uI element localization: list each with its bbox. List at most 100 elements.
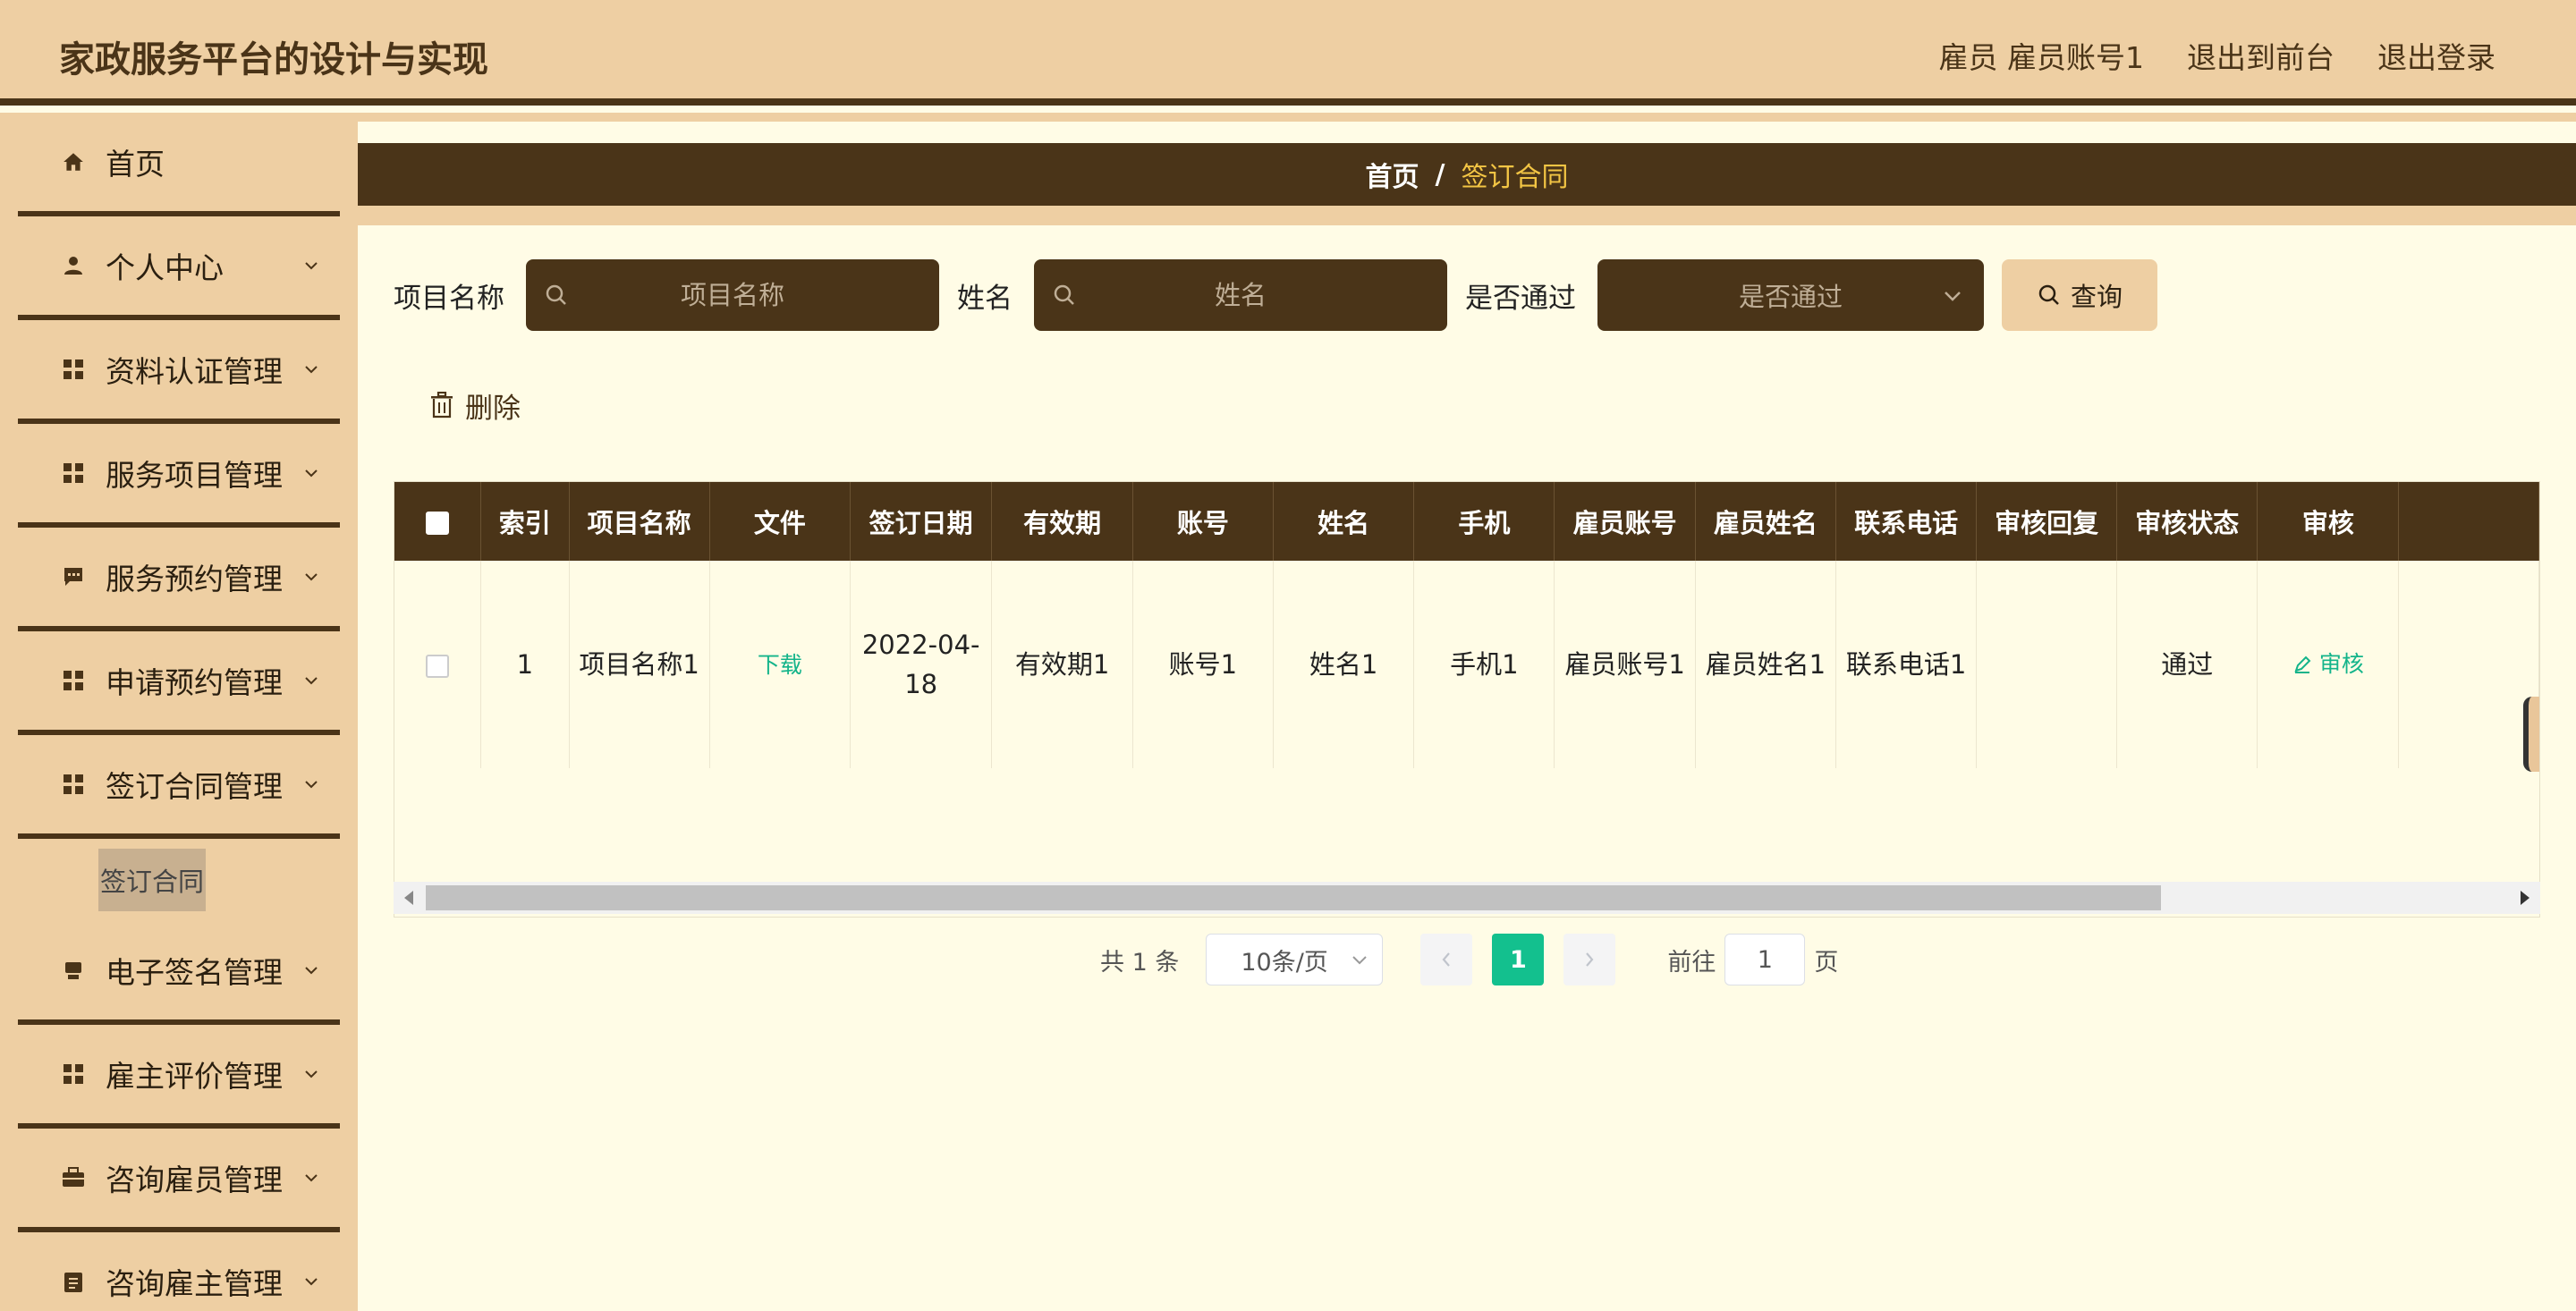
sidebar-item-label: 服务预约管理 [106, 562, 283, 596]
audit-label: 审核 [2318, 650, 2364, 677]
sidebar-item-label: 电子签名管理 [106, 955, 283, 990]
column-header: 姓名 [1273, 482, 1415, 561]
cell-name: 姓名1 [1273, 561, 1415, 768]
sidebar-item-e-signature[interactable]: 电子签名管理 [18, 921, 340, 1025]
sidebar-item-label: 服务项目管理 [106, 458, 283, 493]
horizontal-scrollbar[interactable] [394, 882, 2540, 914]
grid-icon [61, 1061, 86, 1087]
grid-icon [61, 461, 86, 486]
cell-file: 下载 [709, 561, 851, 768]
sidebar-item-label: 个人中心 [106, 250, 224, 285]
chevron-down-icon [1945, 292, 1961, 301]
sidebar-item-label: 咨询雇员管理 [106, 1163, 283, 1197]
grid-icon [61, 772, 86, 797]
select-all-checkbox[interactable] [426, 512, 450, 535]
name-input[interactable] [1034, 259, 1447, 331]
grid-icon [61, 668, 86, 693]
sidebar-item-home[interactable]: 首页 [18, 113, 340, 216]
column-header: 有效期 [991, 482, 1133, 561]
cell-empty [2398, 561, 2539, 768]
select-all-cell [394, 482, 482, 561]
sidebar-item-employer-review[interactable]: 雇主评价管理 [18, 1025, 340, 1129]
breadcrumb: 首页 / 签订合同 [358, 143, 2576, 206]
pass-status-label: 是否通过 [1465, 282, 1576, 315]
sidebar-item-service-project[interactable]: 服务项目管理 [18, 424, 340, 528]
sidebar-item-service-booking[interactable]: 服务预约管理 [18, 528, 340, 631]
header-actions: 雇员 雇员账号1 退出到前台 退出登录 [1939, 34, 2496, 77]
row-checkbox[interactable] [426, 655, 450, 678]
chevron-down-icon [305, 677, 318, 685]
sidebar-item-apply-booking[interactable]: 申请预约管理 [18, 631, 340, 735]
cell-employee-name: 雇员姓名1 [1695, 561, 1836, 768]
chevron-up-icon [305, 781, 318, 789]
delete-button[interactable]: 删除 [429, 383, 521, 427]
edit-icon [2294, 656, 2311, 673]
cell-validity: 有效期1 [991, 561, 1133, 768]
main-content: 首页 / 签订合同 项目名称 姓名 是否通过 是否通过 查询 删除 [358, 113, 2576, 1311]
sidebar-subitem-contract[interactable]: 签订合同 [18, 839, 340, 921]
scrollbar-thumb[interactable] [426, 885, 2161, 910]
sidebar-item-label: 首页 [106, 147, 165, 182]
chevron-down-icon [305, 1278, 318, 1286]
cell-index: 1 [480, 561, 570, 768]
cell-contact: 联系电话1 [1835, 561, 1978, 768]
scroll-right-icon[interactable] [2521, 891, 2529, 905]
grid-icon [61, 357, 86, 382]
pass-status-select[interactable]: 是否通过 [1597, 259, 1984, 331]
fixed-column-handle[interactable] [2523, 697, 2539, 772]
chat-icon [61, 564, 86, 589]
goto-page-input[interactable] [1724, 934, 1806, 985]
cell-date: 2022-04-18 [850, 561, 993, 768]
audit-button[interactable]: 审核 [2292, 645, 2364, 684]
goto-label: 前往 [1667, 948, 1716, 977]
cell-account: 账号1 [1132, 561, 1274, 768]
chevron-down-icon [305, 1070, 318, 1078]
app-title: 家政服务平台的设计与实现 [59, 39, 488, 80]
delete-label: 删除 [465, 392, 521, 425]
trash-icon [431, 392, 453, 419]
sidebar-item-label: 签订合同管理 [106, 769, 283, 804]
column-header: 账号 [1132, 482, 1274, 561]
divider [358, 113, 2576, 122]
query-button[interactable]: 查询 [2002, 259, 2157, 331]
next-page-button[interactable] [1563, 934, 1616, 985]
page-number-button[interactable]: 1 [1492, 934, 1545, 985]
to-front-link[interactable]: 退出到前台 [2187, 34, 2334, 77]
cell-audit: 审核 [2257, 561, 2400, 768]
top-header: 家政服务平台的设计与实现 雇员 雇员账号1 退出到前台 退出登录 [0, 0, 2576, 106]
sidebar-item-personal[interactable]: 个人中心 [18, 216, 340, 320]
project-name-label: 项目名称 [394, 282, 504, 315]
column-header: 项目名称 [569, 482, 710, 561]
sidebar-item-consult-employer[interactable]: 咨询雇主管理 [18, 1232, 340, 1311]
column-header: 索引 [480, 482, 570, 561]
column-header: 文件 [709, 482, 851, 561]
clipboard-icon [61, 1269, 86, 1294]
breadcrumb-current: 签订合同 [1461, 162, 1569, 193]
project-name-field [526, 259, 939, 331]
breadcrumb-separator: / [1435, 158, 1445, 190]
page-size-select[interactable]: 10条/页 [1206, 934, 1384, 985]
sidebar-item-certification[interactable]: 资料认证管理 [18, 320, 340, 424]
sidebar-item-contract[interactable]: 签订合同管理 [18, 735, 340, 839]
scroll-left-icon[interactable] [404, 891, 413, 905]
home-icon [61, 149, 86, 174]
search-icon [1054, 284, 1074, 305]
cell-status: 通过 [2116, 561, 2258, 768]
project-name-input[interactable] [526, 259, 939, 331]
download-link[interactable]: 下载 [758, 652, 802, 678]
user-icon [61, 253, 86, 278]
sidebar: 首页 个人中心 资料认证管理 服务项目管理 服务预约管理 申请预约管理 签订合同… [0, 113, 358, 1311]
chevron-down-icon [305, 1174, 318, 1182]
query-label: 查询 [2070, 282, 2123, 312]
table-row: 1 项目名称1 下载 2022-04-18 有效期1 账号1 姓名1 手机1 雇… [394, 561, 2539, 768]
sidebar-item-consult-employee[interactable]: 咨询雇员管理 [18, 1129, 340, 1232]
prev-page-button[interactable] [1420, 934, 1473, 985]
column-header: 手机 [1413, 482, 1555, 561]
chevron-right-icon [1586, 952, 1594, 967]
chevron-down-icon [305, 366, 318, 374]
logout-link[interactable]: 退出登录 [2377, 34, 2496, 77]
breadcrumb-home[interactable]: 首页 [1366, 155, 1419, 194]
sidebar-subitem-label: 签订合同 [98, 849, 207, 911]
column-header: 雇员账号 [1554, 482, 1696, 561]
column-header: 联系电话 [1835, 482, 1978, 561]
